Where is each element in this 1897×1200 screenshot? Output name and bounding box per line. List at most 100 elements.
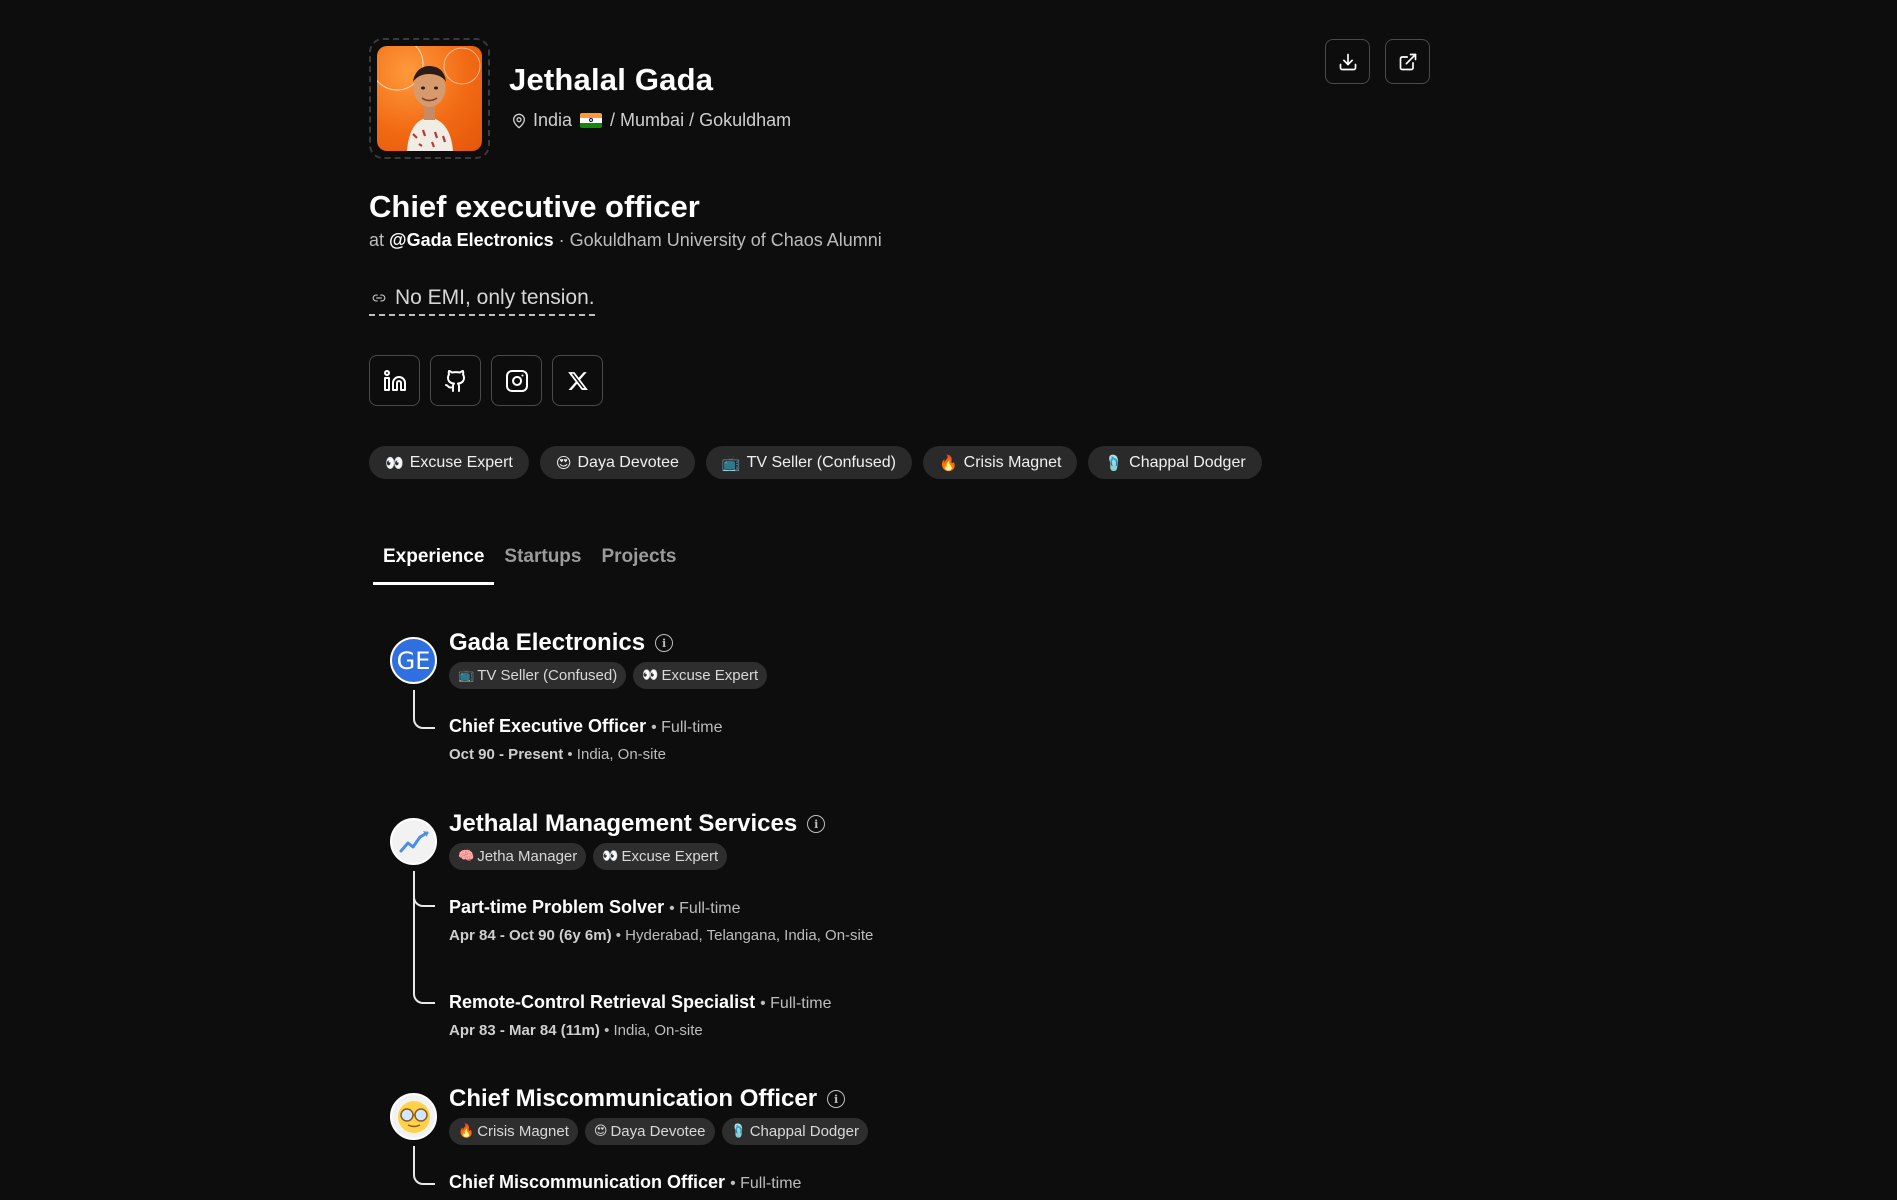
position-place: • India, On-site [567, 746, 667, 763]
badge[interactable]: 🔥 Crisis Magnet [922, 446, 1078, 479]
linkedin-icon [383, 369, 406, 391]
external-link-icon [1399, 53, 1416, 70]
chart-trend-icon [399, 830, 428, 852]
location-country: India [533, 110, 573, 130]
role-at: at [369, 230, 385, 250]
info-icon[interactable]: i [655, 634, 674, 652]
employment-type: • Full-time [760, 995, 832, 1012]
badge-emoji: 🩴 [1104, 453, 1124, 472]
tag-label: Excuse Expert [661, 667, 759, 684]
badge-label: Crisis Magnet [963, 453, 1062, 471]
profile-name: Jethalal Gada [509, 62, 714, 97]
position-title: Chief Miscommunication Officer • Full-ti… [449, 1172, 801, 1193]
position-meta: Apr 83 - Mar 84 (11m) • India, On-site [449, 1022, 832, 1039]
download-icon [1339, 53, 1356, 70]
tag-label: Crisis Magnet [477, 1123, 569, 1140]
tagline-link[interactable]: No EMI, only tension. [369, 286, 595, 316]
position-title: Remote-Control Retrieval Specialist • Fu… [449, 992, 832, 1013]
badge-emoji: 😍 [555, 453, 572, 472]
download-button[interactable] [1325, 39, 1370, 84]
company-name[interactable]: Chief Miscommunication Officer i [449, 1085, 846, 1113]
position-item: Chief Executive Officer • Full-time Oct … [449, 716, 722, 763]
position-dates: Apr 83 - Mar 84 (11m) [449, 1022, 600, 1039]
profile-page: Jethalal Gada India / Mumbai / Gokuldham… [0, 0, 1897, 1200]
map-pin-icon [513, 113, 525, 128]
position-title: Part-time Problem Solver • Full-time [449, 897, 873, 918]
linkedin-button[interactable] [369, 355, 420, 406]
tag-emoji: 🩴 [730, 1124, 747, 1139]
tag-label: Excuse Expert [621, 848, 719, 865]
role-subtitle: at @Gada Electronics · Gokuldham Univers… [369, 230, 882, 251]
tab-startups[interactable]: Startups [494, 540, 591, 585]
position-item: Chief Miscommunication Officer • Full-ti… [449, 1172, 801, 1193]
company-logo: GE [390, 637, 437, 684]
company-link[interactable]: @Gada Electronics [389, 230, 554, 250]
social-links [369, 355, 603, 406]
alumni-text: · Gokuldham University of Chaos Alumni [558, 230, 882, 250]
tag-emoji: 👀 [642, 668, 659, 683]
tag-label: Jetha Manager [477, 848, 578, 865]
position-item: Part-time Problem Solver • Full-time Apr… [449, 897, 873, 944]
timeline-connector [413, 871, 435, 907]
badge-emoji: 🔥 [938, 453, 958, 472]
position-place: • Hyderabad, Telangana, India, On-site [615, 927, 874, 944]
company-logo [390, 1093, 437, 1140]
tag-label: TV Seller (Confused) [477, 667, 618, 684]
company-tags: 🔥 Crisis Magnet 😍 Daya Devotee 🩴 Chappal Do… [449, 1118, 868, 1145]
badge[interactable]: 🩴 Chappal Dodger [1088, 446, 1262, 479]
tag-emoji: 👀 [602, 849, 619, 864]
company-tags: 📺 TV Seller (Confused) 👀 Excuse Expert [449, 662, 768, 689]
tag-emoji: 📺 [458, 668, 475, 683]
company-name[interactable]: Jethalal Management Services i [449, 810, 826, 838]
profile-avatar[interactable] [369, 38, 490, 159]
tag-emoji: 🧠 [458, 849, 475, 864]
company-name[interactable]: Gada Electronics i [449, 629, 674, 657]
company-name-text: Gada Electronics [449, 629, 646, 656]
company-name-text: Jethalal Management Services [449, 810, 798, 837]
x-button[interactable] [552, 355, 603, 406]
github-button[interactable] [430, 355, 481, 406]
profile-location: India / Mumbai / Gokuldham [511, 110, 791, 131]
badge-emoji: 👀 [385, 453, 404, 472]
company-tag: 👀 Excuse Expert [593, 843, 728, 870]
employment-type: • Full-time [730, 1175, 802, 1192]
badge[interactable]: 👀 Excuse Expert [369, 446, 529, 479]
instagram-button[interactable] [491, 355, 542, 406]
employment-type: • Full-time [651, 719, 723, 736]
company-tag: 👀 Excuse Expert [633, 662, 768, 689]
position-title-text: Chief Miscommunication Officer [449, 1172, 726, 1192]
face-emoji-icon [397, 1100, 430, 1133]
company-name-text: Chief Miscommunication Officer [449, 1085, 818, 1112]
tag-emoji: 🔥 [458, 1124, 475, 1139]
company-tags: 🧠 Jetha Manager 👀 Excuse Expert [449, 843, 728, 870]
open-external-button[interactable] [1385, 39, 1430, 84]
employment-type: • Full-time [669, 900, 741, 917]
position-place: • India, On-site [604, 1022, 703, 1039]
location-city: / Mumbai / Gokuldham [610, 110, 792, 130]
header-actions [1325, 39, 1430, 84]
tab-experience[interactable]: Experience [373, 540, 495, 585]
badge-label: Chappal Dodger [1129, 453, 1246, 471]
badge-label: Excuse Expert [409, 453, 513, 471]
tag-label: Daya Devotee [610, 1123, 706, 1140]
company-logo-text: GE [396, 646, 431, 675]
badge-emoji: 📺 [721, 453, 741, 472]
position-item: Remote-Control Retrieval Specialist • Fu… [449, 992, 832, 1039]
position-title-text: Remote-Control Retrieval Specialist [449, 992, 756, 1012]
position-dates: Oct 90 - Present [449, 746, 564, 763]
avatar-photo [377, 46, 482, 151]
info-icon[interactable]: i [807, 815, 826, 833]
tagline-text: No EMI, only tension. [395, 286, 595, 309]
position-title-text: Part-time Problem Solver [449, 897, 665, 917]
tab-projects[interactable]: Projects [591, 540, 686, 585]
info-icon[interactable]: i [827, 1090, 846, 1108]
profile-badges: 👀 Excuse Expert 😍 Daya Devotee 📺 TV Seller … [369, 446, 1262, 479]
position-title-text: Chief Executive Officer [449, 716, 647, 736]
badge[interactable]: 📺 TV Seller (Confused) [705, 446, 912, 479]
company-tag: 🩴 Chappal Dodger [721, 1118, 868, 1145]
company-logo [390, 818, 437, 865]
tag-emoji: 😍 [593, 1124, 608, 1139]
position-dates: Apr 84 - Oct 90 (6y 6m) [449, 927, 612, 944]
badge[interactable]: 😍 Daya Devotee [539, 446, 695, 479]
company-tag: 🧠 Jetha Manager [449, 843, 587, 870]
